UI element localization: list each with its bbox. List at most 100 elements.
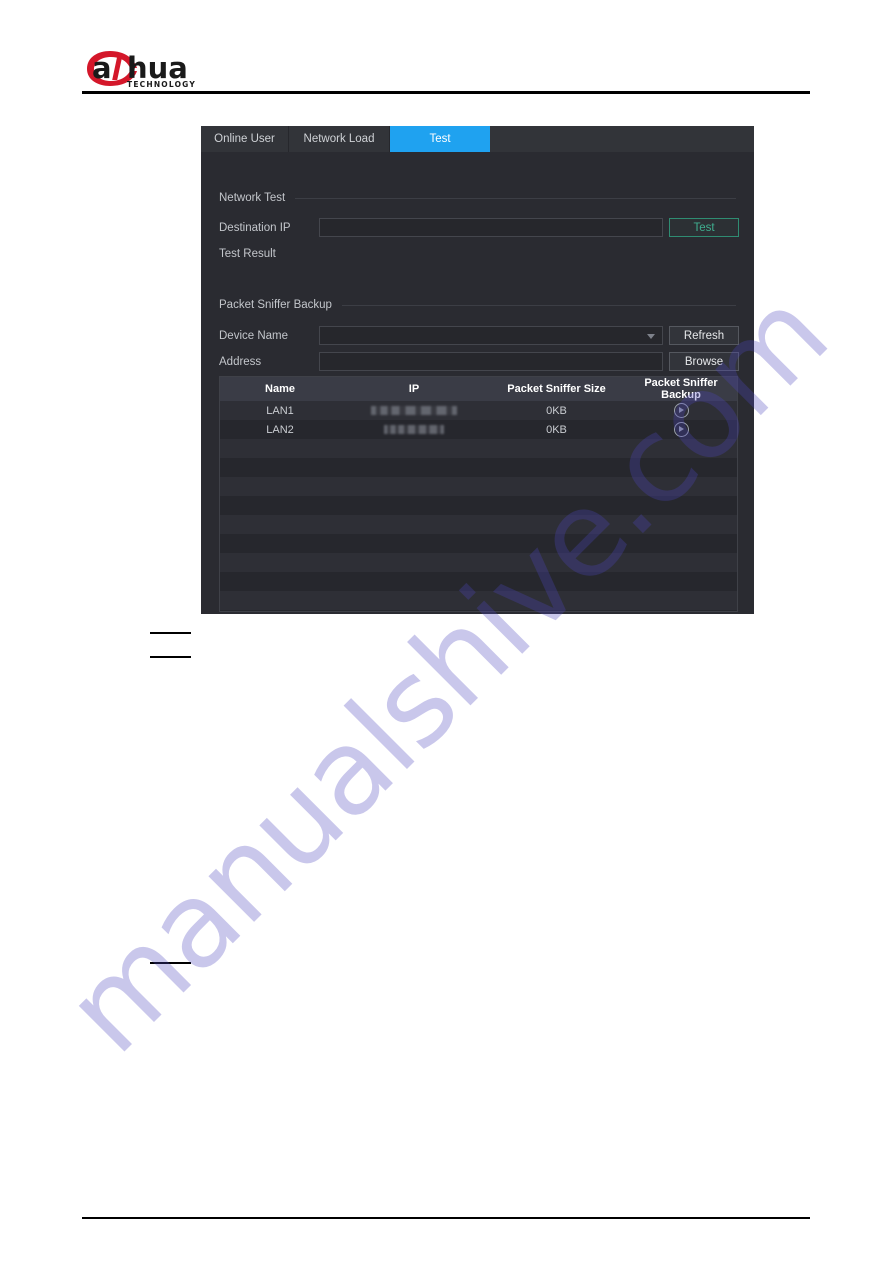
cell-name: LAN1 [220,401,340,420]
cell-empty [340,439,488,458]
svg-text:TECHNOLOGY: TECHNOLOGY [127,80,196,89]
cell-empty [220,610,340,611]
table-row-empty [220,496,737,515]
cell-empty [488,458,625,477]
cell-ip [340,420,488,439]
cell-empty [488,610,625,611]
section-title-network-test: Network Test [219,192,286,204]
dahua-logo: a hua TECHNOLOGY [84,48,284,90]
cell-empty [340,553,488,572]
cell-empty [220,439,340,458]
cell-empty [625,515,737,534]
svg-text:a: a [92,51,112,85]
table-body: LAN1 0KB LAN2 0KB [220,401,737,611]
cell-empty [625,534,737,553]
header-divider [82,91,810,94]
table-row-empty [220,553,737,572]
cell-empty [220,515,340,534]
cell-packet-sniffer-backup[interactable] [625,401,737,420]
section-title-packet-sniffer: Packet Sniffer Backup [219,299,332,311]
redacted-line [150,656,191,658]
row-test-result: Test Result [219,244,319,263]
section-header-packet-sniffer: Packet Sniffer Backup [219,299,736,311]
packet-sniffer-table[interactable]: Name IP Packet Sniffer Size Packet Sniff… [219,376,738,612]
table-row-empty [220,591,737,610]
cell-empty [220,572,340,591]
table-row[interactable]: LAN1 0KB [220,401,737,420]
tab-bar-filler [490,126,754,152]
device-name-select[interactable] [319,326,663,345]
tab-bar: Online User Network Load Test [201,126,754,152]
cell-empty [220,591,340,610]
cell-empty [488,515,625,534]
redacted-ip [384,425,444,435]
label-destination-ip: Destination IP [219,221,291,234]
cell-empty [340,572,488,591]
cell-empty [340,591,488,610]
table-row[interactable]: LAN2 0KB [220,420,737,439]
cell-empty [488,534,625,553]
redacted-line [150,962,191,964]
cell-empty [625,553,737,572]
cell-empty [340,610,488,611]
table-row-empty [220,534,737,553]
cell-empty [625,496,737,515]
cell-empty [488,496,625,515]
row-address: Address Browse [219,352,739,371]
label-device-name: Device Name [219,329,289,342]
cell-empty [220,477,340,496]
address-input[interactable] [319,352,663,371]
table-row-empty [220,572,737,591]
panel-body: Network Test Destination IP Test Test Re… [201,152,754,614]
table-header-row: Name IP Packet Sniffer Size Packet Sniff… [220,377,737,401]
tab-online-user[interactable]: Online User [201,126,289,152]
test-button[interactable]: Test [669,218,739,237]
cell-empty [340,515,488,534]
cell-empty [220,553,340,572]
table-row-empty [220,477,737,496]
cell-packet-sniffer-size: 0KB [488,401,625,420]
cell-empty [625,572,737,591]
cell-empty [488,439,625,458]
cell-empty [220,496,340,515]
row-device-name: Device Name Refresh [219,326,739,345]
refresh-button[interactable]: Refresh [669,326,739,345]
cell-empty [625,477,737,496]
destination-ip-input[interactable] [319,218,663,237]
section-divider [295,197,736,199]
row-destination-ip: Destination IP Test [219,218,739,237]
cell-empty [488,591,625,610]
cell-empty [340,534,488,553]
cell-empty [340,477,488,496]
cell-packet-sniffer-size: 0KB [488,420,625,439]
tab-test[interactable]: Test [390,126,490,152]
footer-divider [82,1217,810,1219]
tab-network-load[interactable]: Network Load [289,126,390,152]
play-circle-icon[interactable] [673,403,689,418]
column-header-name: Name [220,377,340,401]
label-test-result: Test Result [219,247,276,260]
table-row-empty [220,515,737,534]
column-header-size: Packet Sniffer Size [488,377,625,401]
cell-empty [625,610,737,611]
browse-button[interactable]: Browse [669,352,739,371]
cell-empty [488,572,625,591]
table-row-empty [220,458,737,477]
cell-empty [220,534,340,553]
label-address: Address [219,355,262,368]
cell-ip [340,401,488,420]
column-header-ip: IP [340,377,488,401]
play-circle-icon[interactable] [673,422,689,437]
redacted-ip [371,406,457,416]
section-header-network-test: Network Test [219,192,736,204]
table-row-empty [220,610,737,611]
cell-empty [488,553,625,572]
redacted-line [150,632,191,634]
nvr-settings-panel: Online User Network Load Test Network Te… [201,126,754,614]
cell-empty [340,458,488,477]
document-page: a hua TECHNOLOGY Online User Network Loa… [0,0,893,1263]
cell-empty [488,477,625,496]
cell-packet-sniffer-backup[interactable] [625,420,737,439]
cell-name: LAN2 [220,420,340,439]
cell-empty [625,439,737,458]
